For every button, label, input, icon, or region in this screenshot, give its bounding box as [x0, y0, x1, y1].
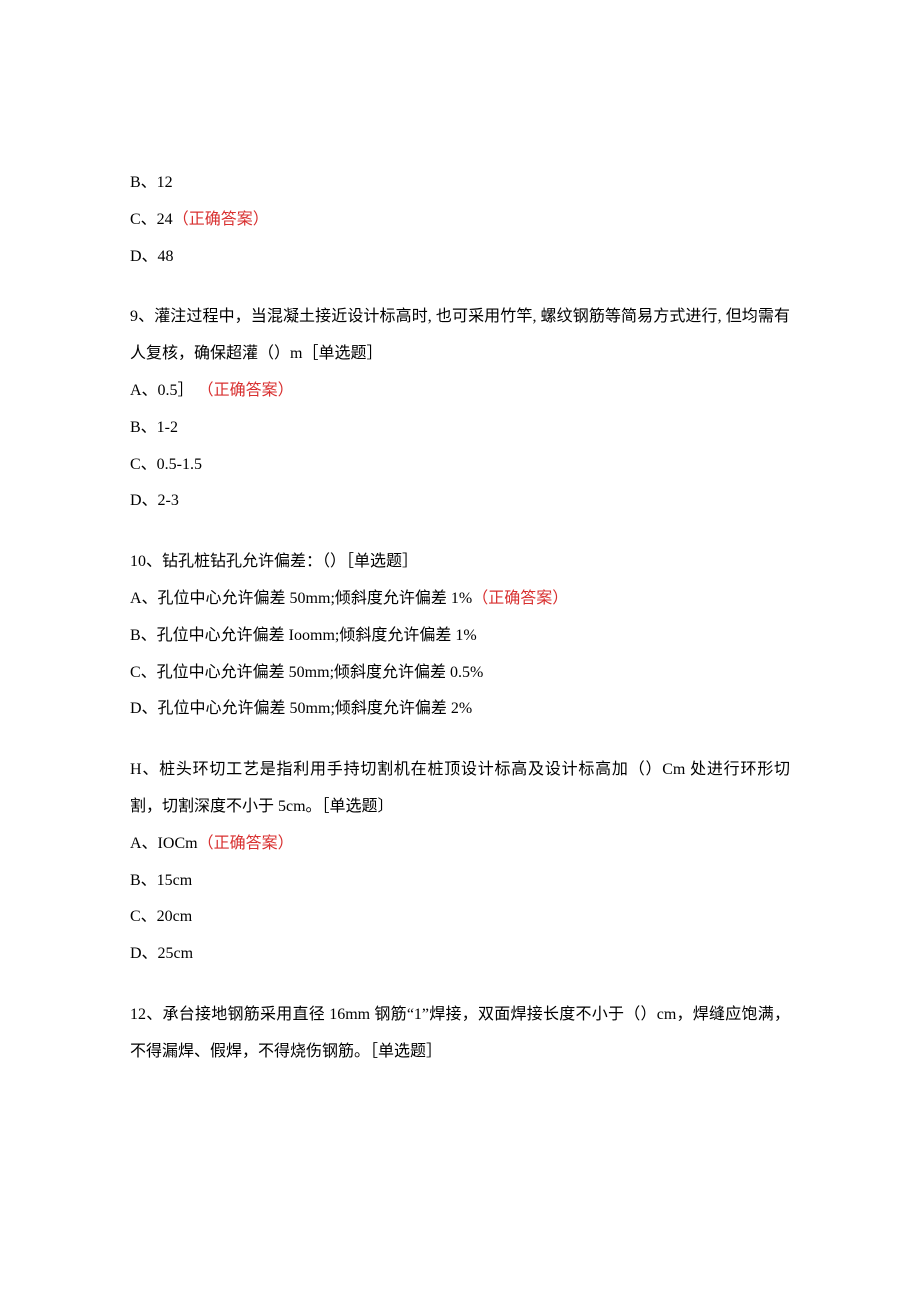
correct-answer-label: （正确答案） [198, 382, 294, 399]
option-a-text: A、0.5］ [130, 382, 194, 399]
option-d: D、25cm [130, 936, 790, 973]
question-stem: H、桩头环切工艺是指利用手持切割机在桩顶设计标高及设计标高加（）Cm 处进行环形… [130, 752, 790, 826]
option-b: B、15cm [130, 863, 790, 900]
question-11: H、桩头环切工艺是指利用手持切割机在桩顶设计标高及设计标高加（）Cm 处进行环形… [130, 752, 790, 973]
option-b: B、1-2 [130, 410, 790, 447]
option-c: C、孔位中心允许偏差 50mm;倾斜度允许偏差 0.5% [130, 655, 790, 692]
option-a: A、0.5］ （正确答案） [130, 373, 790, 410]
question-12: 12、承台接地钢筋采用直径 16mm 钢筋“1”焊接，双面焊接长度不小于（）cm… [130, 997, 790, 1071]
question-8-options: B、12 C、24（正确答案） D、48 [130, 165, 790, 275]
option-d: D、48 [130, 239, 790, 276]
correct-answer-label: （正确答案） [472, 590, 568, 607]
document-page: B、12 C、24（正确答案） D、48 9、灌注过程中，当混凝土接近设计标高时… [0, 0, 920, 1295]
question-stem: 10、钻孔桩钻孔允许偏差：（）［单选题］ [130, 544, 790, 581]
question-stem: 9、灌注过程中，当混凝土接近设计标高时, 也可采用竹竿, 螺纹钢筋等简易方式进行… [130, 299, 790, 373]
option-c: C、20cm [130, 899, 790, 936]
question-10: 10、钻孔桩钻孔允许偏差：（）［单选题］ A、孔位中心允许偏差 50mm;倾斜度… [130, 544, 790, 728]
option-d: D、2-3 [130, 483, 790, 520]
option-a-text: A、IOCm [130, 835, 198, 852]
question-9: 9、灌注过程中，当混凝土接近设计标高时, 也可采用竹竿, 螺纹钢筋等简易方式进行… [130, 299, 790, 520]
option-c-text: C、24 [130, 211, 173, 228]
option-b: B、孔位中心允许偏差 Ioomm;倾斜度允许偏差 1% [130, 618, 790, 655]
question-stem: 12、承台接地钢筋采用直径 16mm 钢筋“1”焊接，双面焊接长度不小于（）cm… [130, 997, 790, 1071]
option-b: B、12 [130, 165, 790, 202]
option-d: D、孔位中心允许偏差 50mm;倾斜度允许偏差 2% [130, 691, 790, 728]
option-a: A、IOCm（正确答案） [130, 826, 790, 863]
correct-answer-label: （正确答案） [173, 211, 269, 228]
option-a: A、孔位中心允许偏差 50mm;倾斜度允许偏差 1%（正确答案） [130, 581, 790, 618]
correct-answer-label: （正确答案） [198, 835, 294, 852]
option-c: C、24（正确答案） [130, 202, 790, 239]
option-a-text: A、孔位中心允许偏差 50mm;倾斜度允许偏差 1% [130, 590, 472, 607]
option-c: C、0.5-1.5 [130, 447, 790, 484]
